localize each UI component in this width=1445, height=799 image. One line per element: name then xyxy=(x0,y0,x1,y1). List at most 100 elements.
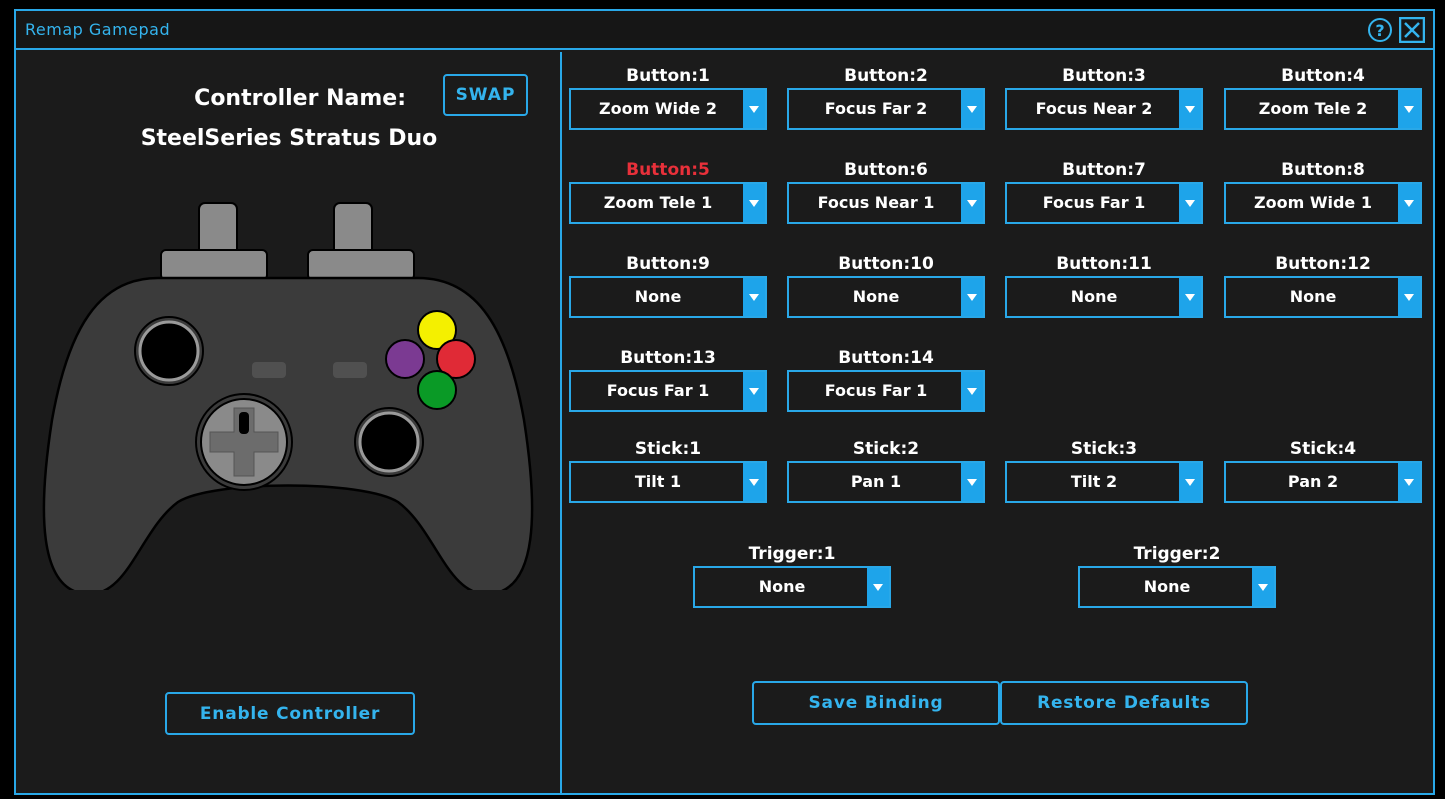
chevron-down-icon[interactable] xyxy=(961,184,983,222)
button-dropdown[interactable]: Focus Far 1 xyxy=(1005,182,1203,224)
stick-dropdown[interactable]: Pan 1 xyxy=(787,461,985,503)
button-binding-10: Button:10 None xyxy=(787,252,985,318)
dropdown-value: Pan 1 xyxy=(850,472,902,491)
button-label: Button:13 xyxy=(620,348,716,368)
chevron-down-icon[interactable] xyxy=(867,568,889,606)
chevron-down-icon[interactable] xyxy=(743,90,765,128)
chevron-down-icon[interactable] xyxy=(743,463,765,501)
button-binding-6: Button:6 Focus Near 1 xyxy=(787,158,985,224)
chevron-down-icon[interactable] xyxy=(743,372,765,410)
button-dropdown[interactable]: None xyxy=(569,276,767,318)
button-binding-9: Button:9 None xyxy=(569,252,767,318)
stick-binding-2: Stick:2 Pan 1 xyxy=(787,437,985,503)
trigger-binding-1: Trigger:1 None xyxy=(693,542,891,608)
title-bar: Remap Gamepad ? xyxy=(16,11,1433,50)
stick-dropdown[interactable]: Tilt 1 xyxy=(569,461,767,503)
controller-name-value: SteelSeries Stratus Duo xyxy=(140,126,438,151)
button-dropdown[interactable]: Focus Far 1 xyxy=(569,370,767,412)
button-dropdown[interactable]: None xyxy=(1224,276,1422,318)
dropdown-value: Focus Far 1 xyxy=(1042,193,1146,212)
dropdown-value: None xyxy=(852,287,900,306)
button-label: Button:9 xyxy=(626,254,710,274)
stick-label: Stick:1 xyxy=(634,439,702,459)
button-binding-1: Button:1 Zoom Wide 2 xyxy=(569,64,767,130)
chevron-down-icon[interactable] xyxy=(961,90,983,128)
swap-button[interactable]: SWAP xyxy=(443,74,528,116)
chevron-down-icon[interactable] xyxy=(961,372,983,410)
button-dropdown[interactable]: Zoom Wide 1 xyxy=(1224,182,1422,224)
enable-controller-button[interactable]: Enable Controller xyxy=(165,692,415,735)
chevron-down-icon[interactable] xyxy=(1179,90,1201,128)
button-dropdown[interactable]: None xyxy=(787,276,985,318)
button-dropdown[interactable]: Focus Far 2 xyxy=(787,88,985,130)
stick-dropdown[interactable]: Tilt 2 xyxy=(1005,461,1203,503)
dropdown-value: Focus Far 1 xyxy=(824,381,928,400)
button-dropdown[interactable]: Zoom Wide 2 xyxy=(569,88,767,130)
stick-label: Stick:3 xyxy=(1070,439,1138,459)
button-label: Button:11 xyxy=(1056,254,1152,274)
chevron-down-icon[interactable] xyxy=(743,184,765,222)
button-binding-14: Button:14 Focus Far 1 xyxy=(787,346,985,412)
restore-defaults-button[interactable]: Restore Defaults xyxy=(1000,681,1248,725)
window-title: Remap Gamepad xyxy=(25,20,171,39)
button-dropdown[interactable]: None xyxy=(1005,276,1203,318)
trigger-label: Trigger:1 xyxy=(748,544,836,564)
button-dropdown[interactable]: Focus Far 1 xyxy=(787,370,985,412)
close-icon[interactable] xyxy=(1399,17,1425,43)
chevron-down-icon[interactable] xyxy=(1179,463,1201,501)
trigger-binding-2: Trigger:2 None xyxy=(1078,542,1276,608)
controller-panel: Controller Name: SWAP SteelSeries Stratu… xyxy=(16,52,562,795)
button-dropdown[interactable]: Focus Near 1 xyxy=(787,182,985,224)
trigger-dropdown[interactable]: None xyxy=(1078,566,1276,608)
button-binding-8: Button:8 Zoom Wide 1 xyxy=(1224,158,1422,224)
button-label: Button:6 xyxy=(844,160,928,180)
button-dropdown[interactable]: Focus Near 2 xyxy=(1005,88,1203,130)
dropdown-value: None xyxy=(1070,287,1118,306)
chevron-down-icon[interactable] xyxy=(743,278,765,316)
chevron-down-icon[interactable] xyxy=(1179,184,1201,222)
dropdown-value: Tilt 1 xyxy=(634,472,682,491)
chevron-down-icon[interactable] xyxy=(1398,184,1420,222)
chevron-down-icon[interactable] xyxy=(1398,463,1420,501)
button-label: Button:8 xyxy=(1281,160,1365,180)
controller-name-label: Controller Name: xyxy=(194,86,406,111)
button-label: Button:3 xyxy=(1062,66,1146,86)
save-binding-button[interactable]: Save Binding xyxy=(752,681,1000,725)
chevron-down-icon[interactable] xyxy=(1252,568,1274,606)
help-icon[interactable]: ? xyxy=(1368,18,1392,42)
button-binding-13: Button:13 Focus Far 1 xyxy=(569,346,767,412)
chevron-down-icon[interactable] xyxy=(961,278,983,316)
dropdown-value: Zoom Wide 1 xyxy=(1254,193,1372,212)
dropdown-value: None xyxy=(1143,577,1191,596)
dropdown-value: Zoom Tele 2 xyxy=(1258,99,1368,118)
dropdown-value: Zoom Tele 1 xyxy=(603,193,713,212)
button-dropdown[interactable]: Zoom Tele 1 xyxy=(569,182,767,224)
trigger-dropdown[interactable]: None xyxy=(693,566,891,608)
stick-binding-4: Stick:4 Pan 2 xyxy=(1224,437,1422,503)
chevron-down-icon[interactable] xyxy=(1179,278,1201,316)
button-binding-5: Button:5 Zoom Tele 1 xyxy=(569,158,767,224)
stick-dropdown[interactable]: Pan 2 xyxy=(1224,461,1422,503)
chevron-down-icon[interactable] xyxy=(1398,90,1420,128)
trigger-label: Trigger:2 xyxy=(1133,544,1221,564)
button-label: Button:2 xyxy=(844,66,928,86)
dropdown-value: None xyxy=(634,287,682,306)
dropdown-value: Focus Near 1 xyxy=(817,193,935,212)
button-label: Button:4 xyxy=(1281,66,1365,86)
button-binding-3: Button:3 Focus Near 2 xyxy=(1005,64,1203,130)
button-label: Button:1 xyxy=(626,66,710,86)
dropdown-value: Focus Far 1 xyxy=(606,381,710,400)
dropdown-value: None xyxy=(758,577,806,596)
button-binding-7: Button:7 Focus Far 1 xyxy=(1005,158,1203,224)
remap-gamepad-window: Remap Gamepad ? Controller Name: SWAP St… xyxy=(14,9,1435,795)
chevron-down-icon[interactable] xyxy=(1398,278,1420,316)
dropdown-value: Focus Far 2 xyxy=(824,99,928,118)
button-label: Button:10 xyxy=(838,254,934,274)
stick-binding-1: Stick:1 Tilt 1 xyxy=(569,437,767,503)
chevron-down-icon[interactable] xyxy=(961,463,983,501)
dropdown-value: Pan 2 xyxy=(1287,472,1339,491)
button-dropdown[interactable]: Zoom Tele 2 xyxy=(1224,88,1422,130)
gamepad-icon xyxy=(42,202,534,590)
button-label: Button:7 xyxy=(1062,160,1146,180)
dropdown-value: Zoom Wide 2 xyxy=(599,99,717,118)
